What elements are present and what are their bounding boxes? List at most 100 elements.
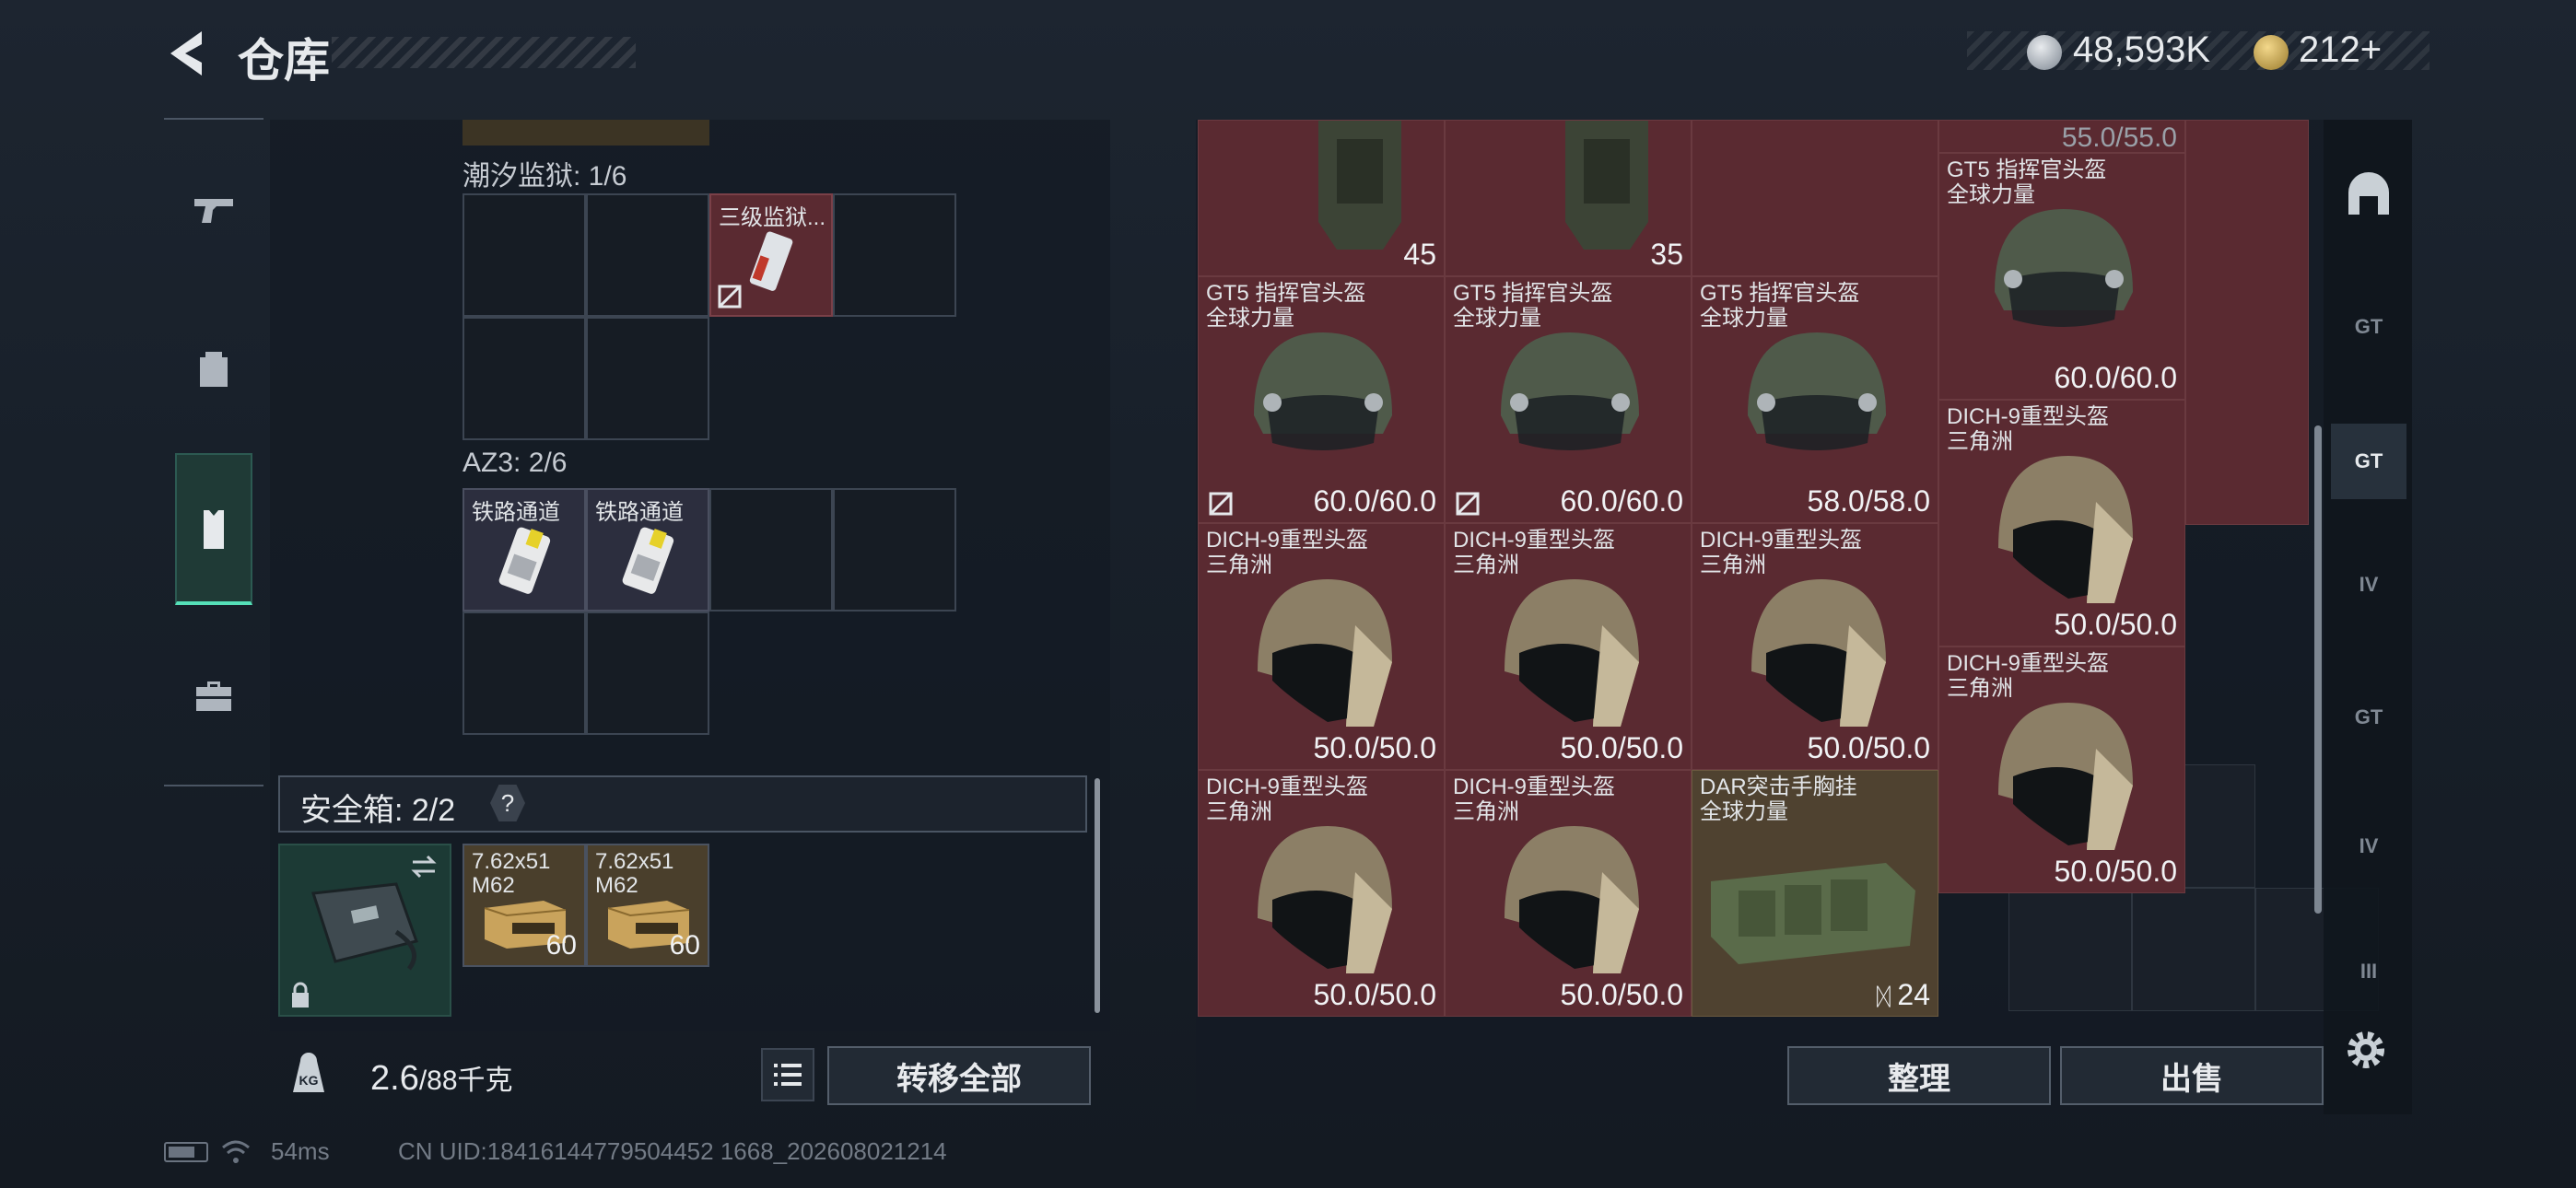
dich-9-helmet-icon xyxy=(1258,579,1392,727)
gt5-helmet-icon xyxy=(1995,209,2133,327)
sell-button[interactable]: 出售 xyxy=(2060,1046,2324,1105)
settings-gear-icon[interactable] xyxy=(2340,1024,2392,1076)
rail-item-chest-rig[interactable] xyxy=(175,479,252,580)
user-uid: CN UID:18416144779504452 1668_2026080212… xyxy=(398,1137,947,1165)
stash-item-partial[interactable]: 55.0/55.0 xyxy=(1938,120,2185,153)
stash-item-helmet[interactable]: GT5 指挥官头盔 全球力量 58.0/58.0 xyxy=(1692,276,1938,523)
grid-cell[interactable] xyxy=(586,193,709,317)
section-label: 潮汐监狱: 1/6 xyxy=(463,161,627,192)
grid-cell[interactable] xyxy=(463,611,586,735)
transfer-all-button[interactable]: 转移全部 xyxy=(827,1046,1091,1105)
item-durability: 50.0/50.0 xyxy=(1313,731,1436,764)
item-title: DICH-9重型头盔 xyxy=(1206,775,1369,799)
backpack-icon xyxy=(200,352,228,387)
gold-add-icon[interactable]: + xyxy=(2360,29,2382,70)
helmet-filter-icon xyxy=(2348,172,2389,215)
stash-item-helmet[interactable]: DICH-9重型头盔 三角洲 50.0/50.0 xyxy=(1198,770,1445,1017)
grid-cell[interactable] xyxy=(833,193,956,317)
stash-item-vest[interactable]: 35 xyxy=(1445,120,1692,276)
stash-item-helmet[interactable]: GT5 指挥官头盔 全球力量 60.0/60.0 xyxy=(1938,153,2185,400)
item-title: DICH-9重型头盔 xyxy=(1453,775,1616,799)
grid-cell[interactable] xyxy=(463,193,586,317)
no-trade-icon xyxy=(1456,492,1480,516)
stash-item-helmet[interactable]: DICH-9重型头盔 三角洲 50.0/50.0 xyxy=(1938,646,2185,893)
chest-rig-icon xyxy=(1711,863,1915,964)
stash-item-helmet[interactable]: GT5 指挥官头盔 全球力量 60.0/60.0 xyxy=(1445,276,1692,523)
list-view-button[interactable] xyxy=(761,1048,814,1101)
filter-tier[interactable]: III xyxy=(2336,939,2401,1004)
grid-cell[interactable] xyxy=(586,611,709,735)
no-trade-icon xyxy=(718,285,742,309)
filter-all[interactable] xyxy=(2336,164,2401,228)
scrollbar[interactable] xyxy=(1095,778,1100,1013)
ammo-count: 60 xyxy=(669,930,700,961)
grid-cell[interactable] xyxy=(833,488,956,611)
stash-empty-slot[interactable] xyxy=(2185,120,2309,525)
item-durability: 50.0/50.0 xyxy=(2054,855,2177,888)
item-durability: 60.0/60.0 xyxy=(2054,361,2177,394)
item-title: DAR突击手胸挂 xyxy=(1700,775,1857,799)
grid-cell[interactable] xyxy=(709,488,833,611)
section-label: AZ3: 2/6 xyxy=(463,448,568,478)
ping-readout: 54ms xyxy=(271,1137,330,1165)
item-capacity: ᛞ 24 xyxy=(1877,978,1930,1012)
inventory-item[interactable]: 铁路通道 xyxy=(586,488,709,611)
pistol-icon xyxy=(194,199,233,223)
filter-tier[interactable]: IV xyxy=(2336,553,2401,617)
filter-tier[interactable]: GT xyxy=(2336,295,2401,359)
stash-item-helmet[interactable]: DICH-9重型头盔 三角洲 50.0/50.0 xyxy=(1198,523,1445,770)
filter-tier[interactable]: GT xyxy=(2336,685,2401,750)
item-durability: 50.0/50.0 xyxy=(1313,978,1436,1011)
item-durability: 60.0/60.0 xyxy=(1560,484,1683,518)
item-title: GT5 指挥官头盔 xyxy=(1947,157,2107,182)
rail-item-weapons[interactable] xyxy=(175,158,252,260)
keycard-icon xyxy=(498,527,551,594)
toolbox-icon xyxy=(196,681,231,711)
grid-cell[interactable] xyxy=(2008,888,2132,1011)
filter-label: GT xyxy=(2354,449,2383,472)
ammo-item[interactable]: 7.62x51 M62 60 xyxy=(586,844,709,967)
filter-label: IV xyxy=(2359,834,2379,857)
gold-coin-icon xyxy=(2254,35,2289,70)
item-title: DICH-9重型头盔 xyxy=(1700,528,1863,553)
gt5-helmet-icon xyxy=(1254,332,1392,450)
weight-icon: KG xyxy=(293,1053,324,1092)
item-title: DICH-9重型头盔 xyxy=(1947,651,2110,676)
ammo-item[interactable]: 7.62x51 M62 60 xyxy=(463,844,586,967)
rail-item-toolbox[interactable] xyxy=(175,645,252,746)
dich-9-helmet-icon xyxy=(1751,579,1886,727)
grid-cell[interactable] xyxy=(586,317,709,440)
item-value: 55.0/55.0 xyxy=(2061,122,2177,153)
item-title: GT5 指挥官头盔 xyxy=(1206,281,1366,306)
inventory-item[interactable]: 三级监狱... xyxy=(709,193,833,317)
filter-label: GT xyxy=(2354,705,2383,728)
inventory-item[interactable]: 铁路通道 xyxy=(463,488,586,611)
grid-cell[interactable] xyxy=(463,317,586,440)
filter-tier[interactable]: IV xyxy=(2336,814,2401,879)
stash-item-vest[interactable]: 45 xyxy=(1198,120,1445,276)
rail-item-backpack[interactable] xyxy=(175,319,252,420)
stash-item-chest-rig[interactable]: DAR突击手胸挂 全球力量 ᛞ 24 xyxy=(1692,770,1938,1017)
filter-label: IV xyxy=(2359,573,2379,596)
filter-tier[interactable]: GT xyxy=(2336,429,2401,494)
item-durability: 58.0/58.0 xyxy=(1807,484,1930,518)
gold-amount[interactable]: 212+ xyxy=(2299,29,2382,71)
grid-cell[interactable] xyxy=(2132,888,2255,1011)
stash-item-helmet[interactable]: DICH-9重型头盔 三角洲 50.0/50.0 xyxy=(1692,523,1938,770)
capacity-value: 24 xyxy=(1897,978,1930,1011)
stash-item-empty-slot[interactable] xyxy=(1692,120,1938,276)
stash-item-helmet[interactable]: DICH-9重型头盔 三角洲 50.0/50.0 xyxy=(1938,400,2185,646)
item-title: DICH-9重型头盔 xyxy=(1206,528,1369,553)
stash-item-helmet[interactable]: DICH-9重型头盔 三角洲 50.0/50.0 xyxy=(1445,523,1692,770)
sort-button[interactable]: 整理 xyxy=(1787,1046,2051,1105)
scrollbar[interactable] xyxy=(2314,425,2322,914)
battery-icon xyxy=(164,1142,208,1162)
page-title: 仓库 xyxy=(238,35,330,87)
stash-item-helmet[interactable]: GT5 指挥官头盔 全球力量 60.0/60.0 xyxy=(1198,276,1445,523)
safe-box-label: 安全箱: 2/2 xyxy=(300,793,456,828)
back-button[interactable] xyxy=(161,26,217,81)
swap-icon[interactable] xyxy=(407,853,440,880)
stash-item-helmet[interactable]: DICH-9重型头盔 三角洲 50.0/50.0 xyxy=(1445,770,1692,1017)
item-value: 45 xyxy=(1403,238,1436,271)
secure-container[interactable] xyxy=(278,844,451,1017)
